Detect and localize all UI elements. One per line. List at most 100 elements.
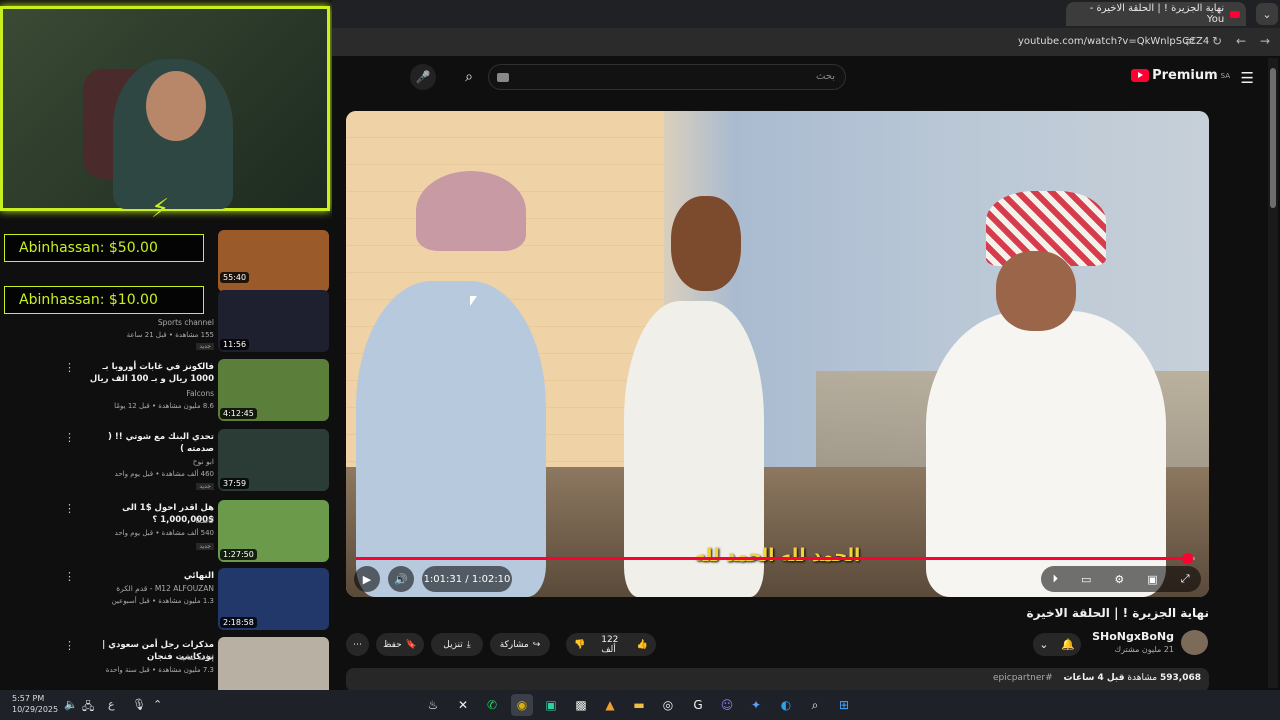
theater-mode-icon[interactable]: ▣ bbox=[1147, 573, 1157, 586]
channel-avatar[interactable] bbox=[1181, 630, 1208, 655]
keyboard-icon[interactable] bbox=[497, 73, 509, 82]
video-caption: الحمد لله الحمد لله bbox=[694, 545, 861, 566]
premium-label: Premium bbox=[1152, 68, 1218, 83]
video-title: نهاية الجزيرة ! | الحلقة الاخيرة bbox=[1026, 606, 1209, 620]
video-person-right-face bbox=[996, 251, 1076, 331]
like-icon[interactable]: 👍 bbox=[637, 640, 648, 650]
download-button[interactable]: تنزيل ⤓ bbox=[431, 633, 483, 656]
related-title[interactable]: النهائي bbox=[84, 570, 214, 582]
description-box[interactable]: 593,068 مشاهدة قبل 4 ساعات #epicpartner bbox=[346, 668, 1209, 692]
app-icon[interactable]: ▩ bbox=[570, 694, 592, 716]
reload-icon[interactable]: ↻ bbox=[1212, 34, 1222, 48]
subscribed-button[interactable]: ⌄ 🔔 bbox=[1033, 633, 1081, 656]
more-vertical-icon[interactable]: ⋮ bbox=[64, 502, 75, 515]
microphone-icon[interactable]: 🎙 bbox=[132, 698, 146, 711]
volume-icon[interactable]: 🔊 bbox=[388, 566, 414, 592]
play-button[interactable]: ▶ bbox=[354, 566, 380, 592]
video-player[interactable]: الحمد لله الحمد لله ▶ 🔊 1:01:31 / 1:02:1… bbox=[346, 111, 1209, 597]
menu-icon[interactable]: ☰ bbox=[1241, 69, 1254, 87]
like-count[interactable]: 122 ألف bbox=[601, 635, 633, 655]
dislike-icon[interactable]: 👎 bbox=[574, 640, 585, 650]
taskbar-app-icon[interactable]: ✕ bbox=[452, 694, 474, 716]
download-label: تنزيل bbox=[443, 639, 463, 650]
settings-gear-icon[interactable]: ⚙ bbox=[1114, 573, 1124, 586]
voice-search-icon[interactable]: 🎤 bbox=[410, 64, 436, 90]
speaker-icon[interactable]: 🔈 bbox=[64, 698, 78, 711]
system-clock[interactable]: 5:57 PM 10/29/2025 bbox=[12, 693, 58, 715]
more-vertical-icon[interactable]: ⋮ bbox=[64, 431, 75, 444]
related-title[interactable]: فالكونز في غابات أوروبا بـ 1000 ريال و ب… bbox=[84, 361, 214, 385]
chevron-down-icon: ⌄ bbox=[1039, 638, 1049, 651]
url-field[interactable]: youtube.com/watch?v=QkWnlpSCCZ4 bbox=[1018, 36, 1209, 47]
file-explorer-icon[interactable]: ▬ bbox=[628, 694, 650, 716]
video-meta: 593,068 مشاهدة قبل 4 ساعات #epicpartner bbox=[993, 673, 1201, 683]
site-settings-icon[interactable]: ⇄ bbox=[1185, 34, 1195, 48]
related-title[interactable]: تحدي البنك مع شوتي !! ( صدمته ) bbox=[84, 431, 214, 455]
video-duration: 55:40 bbox=[220, 272, 250, 283]
chevron-up-icon[interactable]: ⌃ bbox=[153, 698, 162, 711]
scrubber-handle[interactable] bbox=[1181, 553, 1193, 564]
app-icon[interactable]: ▲ bbox=[599, 694, 621, 716]
youtube-premium-logo[interactable]: Premium SA bbox=[1131, 68, 1230, 83]
video-duration: 37:59 bbox=[220, 478, 250, 489]
mouse-cursor-icon bbox=[470, 296, 477, 306]
region-label: SA bbox=[1220, 71, 1230, 80]
related-item[interactable]: ⋮ مذكرات رجل أمن سعودي | بودكاست فنجان إ… bbox=[0, 637, 332, 690]
whatsapp-icon[interactable]: ✆ bbox=[481, 694, 503, 716]
app-icon[interactable]: G bbox=[687, 694, 709, 716]
tab-search-chevron-icon[interactable]: ⌄ bbox=[1256, 3, 1278, 25]
clock-time: 5:57 PM bbox=[12, 694, 45, 703]
related-channel[interactable]: Falcons bbox=[84, 389, 214, 398]
fullscreen-icon[interactable]: ⤢ bbox=[1181, 572, 1190, 586]
share-button[interactable]: مشاركة ↪ bbox=[490, 633, 550, 656]
related-panel: 55:40 11:56 Sports channel 155 مشاهدة • … bbox=[0, 0, 332, 690]
channel-info[interactable]: SHoNgxBoNg 21 مليون مشترك bbox=[1092, 630, 1174, 654]
right-controls: ⏵ ▭ ⚙ ▣ ⤢ bbox=[1041, 566, 1201, 592]
autoplay-toggle-icon[interactable]: ⏵ bbox=[1053, 572, 1059, 586]
network-icon[interactable]: 🖧 bbox=[82, 698, 94, 717]
more-vertical-icon[interactable]: ⋮ bbox=[64, 570, 75, 583]
more-vertical-icon[interactable]: ⋮ bbox=[64, 639, 75, 652]
related-channel[interactable]: كاسكا bbox=[84, 516, 214, 525]
channel-name[interactable]: SHoNgxBoNg bbox=[1092, 630, 1174, 643]
bookmark-icon: 🔖 bbox=[405, 639, 417, 650]
browser-tab[interactable]: نهاية الجزيرة ! | الحلقة الاخيرة - You bbox=[1066, 2, 1246, 26]
related-item[interactable]: 1:27:50 ⋮ هل اقدر احول $1 الى $1,000,000… bbox=[0, 500, 332, 562]
subscriber-count: 21 مليون مشترك bbox=[1114, 645, 1174, 654]
related-thumbnail[interactable] bbox=[218, 637, 329, 690]
input-language[interactable]: ع bbox=[108, 698, 115, 711]
discord-icon[interactable]: ☺ bbox=[716, 694, 738, 716]
search-icon[interactable]: ⌕ bbox=[804, 694, 826, 716]
page-scrollbar[interactable] bbox=[1268, 58, 1278, 688]
chrome-icon[interactable]: ◉ bbox=[511, 694, 533, 716]
forward-icon[interactable]: → bbox=[1260, 34, 1270, 48]
search-icon[interactable]: ⌕ bbox=[455, 64, 483, 90]
youtube-favicon-icon bbox=[1230, 10, 1240, 18]
steam-icon[interactable]: ♨ bbox=[422, 694, 444, 716]
related-channel[interactable]: ابو نوح bbox=[84, 457, 214, 466]
related-item[interactable]: 4:12:45 ⋮ فالكونز في غابات أوروبا بـ 100… bbox=[0, 359, 332, 421]
hashtag-link[interactable]: #epicpartner bbox=[993, 673, 1053, 683]
related-item[interactable]: 2:18:58 ⋮ النهائي M12 ALFOUZAN - قدم الك… bbox=[0, 568, 332, 630]
video-duration: 2:18:58 bbox=[220, 617, 257, 628]
save-button[interactable]: حفظ 🔖 bbox=[376, 633, 424, 656]
save-label: حفظ bbox=[383, 639, 402, 650]
more-actions-button[interactable]: ⋯ bbox=[346, 633, 369, 656]
scrollbar-thumb[interactable] bbox=[1270, 68, 1276, 208]
share-label: مشاركة bbox=[499, 639, 529, 650]
app-icon[interactable]: ◎ bbox=[657, 694, 679, 716]
back-icon[interactable]: ← bbox=[1236, 34, 1246, 48]
youtube-logo-icon bbox=[1131, 69, 1150, 82]
more-vertical-icon[interactable]: ⋮ bbox=[64, 361, 75, 374]
related-channel[interactable]: Sports channel bbox=[84, 318, 214, 327]
windows-start-icon[interactable]: ⊞ bbox=[833, 694, 855, 716]
progress-bar[interactable] bbox=[356, 553, 1195, 564]
search-input[interactable]: بحث bbox=[488, 64, 846, 90]
related-channel[interactable]: إذاعة ثمانية bbox=[84, 653, 214, 662]
edge-icon[interactable]: ◐ bbox=[775, 694, 797, 716]
copilot-icon[interactable]: ✦ bbox=[745, 694, 767, 716]
captions-icon[interactable]: ▭ bbox=[1081, 573, 1091, 586]
related-item[interactable]: 37:59 ⋮ تحدي البنك مع شوتي !! ( صدمته ) … bbox=[0, 429, 332, 491]
app-icon[interactable]: ▣ bbox=[540, 694, 562, 716]
related-channel[interactable]: M12 ALFOUZAN - قدم الكرة bbox=[84, 584, 214, 593]
